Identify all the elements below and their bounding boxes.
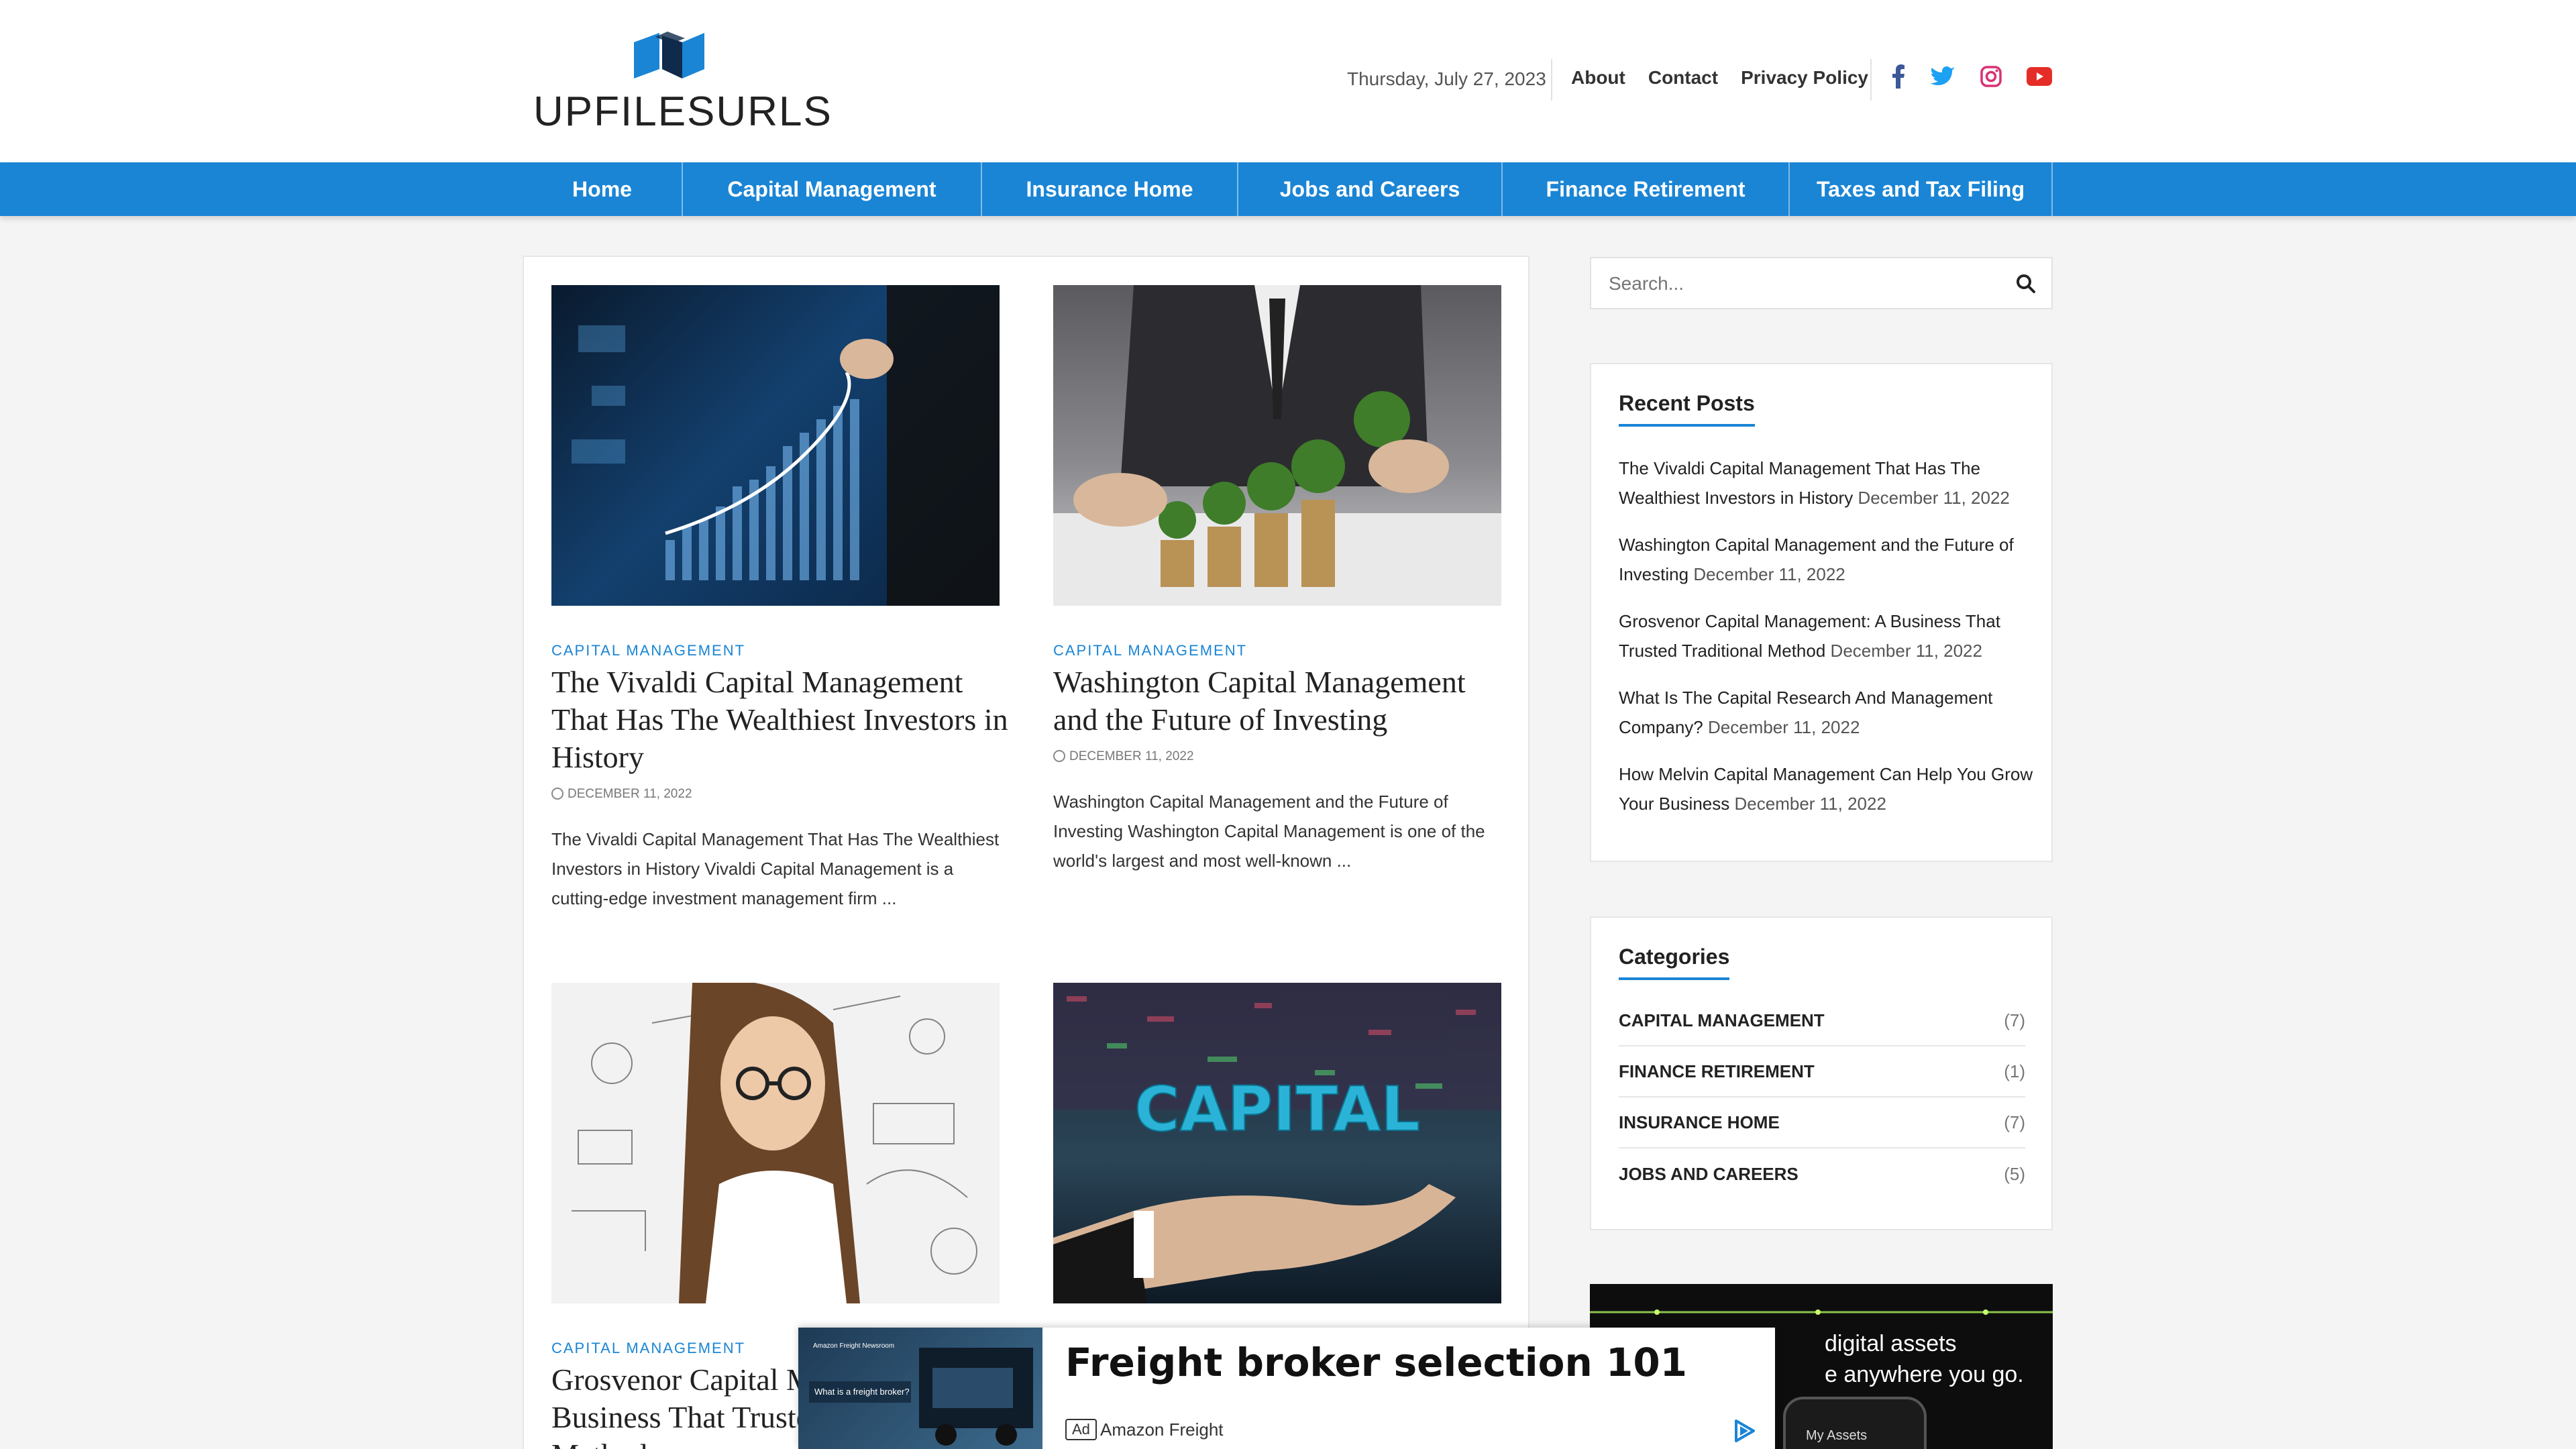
recent-post-item[interactable]: Grosvenor Capital Management: A Business…	[1619, 606, 2035, 665]
clock-icon	[1053, 750, 1065, 762]
post-title[interactable]: The Vivaldi Capital Management That Has …	[551, 663, 1014, 776]
recent-post-date: December 11, 2022	[1830, 641, 1982, 661]
promo-phone-label: My Assets	[1806, 1428, 1867, 1443]
post-thumbnail[interactable]	[551, 285, 1000, 606]
category-item[interactable]: INSURANCE HOME (7)	[1619, 1097, 2025, 1148]
recent-post-date: December 11, 2022	[1693, 564, 1845, 584]
nav-item-capital-management[interactable]: Capital Management	[683, 162, 982, 216]
youtube-icon[interactable]	[2026, 63, 2053, 90]
category-count: (5)	[2004, 1163, 2025, 1184]
nav-item-jobs-and-careers[interactable]: Jobs and Careers	[1238, 162, 1503, 216]
post-date: DECEMBER 11, 2022	[551, 787, 692, 802]
top-links: About Contact Privacy Policy	[1571, 67, 1868, 89]
search-box	[1590, 257, 2053, 309]
capital-image-text: CAPITAL	[1134, 1073, 1420, 1145]
instagram-icon[interactable]	[1978, 63, 2004, 90]
post-category[interactable]: CAPITAL MANAGEMENT	[1053, 642, 1247, 659]
ad-play-icon[interactable]	[1731, 1417, 1758, 1444]
category-count: (7)	[2004, 1010, 2025, 1030]
categories-widget: Categories CAPITAL MANAGEMENT (7) FINANCE…	[1590, 916, 2053, 1230]
promo-text: e anywhere you go.	[1825, 1362, 2024, 1387]
nav-item-taxes-and-tax-filing[interactable]: Taxes and Tax Filing	[1790, 162, 2053, 216]
post-date-text: DECEMBER 11, 2022	[568, 787, 692, 801]
ad-title[interactable]: Freight broker selection 101	[1065, 1340, 1687, 1385]
category-name[interactable]: FINANCE RETIREMENT	[1619, 1061, 1815, 1082]
category-count: (7)	[2004, 1112, 2025, 1132]
logo-text: UPFILESURLS	[533, 89, 833, 135]
ad-badge: Ad	[1065, 1419, 1097, 1440]
divider	[1870, 59, 1872, 101]
category-item[interactable]: JOBS AND CAREERS (5)	[1619, 1148, 2025, 1199]
promo-text: digital assets	[1825, 1331, 1957, 1356]
recent-post-item[interactable]: Washington Capital Management and the Fu…	[1619, 530, 2035, 589]
recent-post-date: December 11, 2022	[1858, 488, 2010, 508]
post-category[interactable]: CAPITAL MANAGEMENT	[551, 1340, 745, 1357]
site-logo[interactable]: UPFILESURLS	[533, 30, 831, 135]
recent-post-item[interactable]: How Melvin Capital Management Can Help Y…	[1619, 759, 2035, 818]
category-item[interactable]: CAPITAL MANAGEMENT (7)	[1619, 996, 2025, 1046]
post-excerpt: Washington Capital Management and the Fu…	[1053, 792, 1485, 871]
post-date-text: DECEMBER 11, 2022	[1069, 749, 1194, 763]
about-link[interactable]: About	[1571, 67, 1625, 89]
post-thumbnail[interactable]: CAPITAL	[1053, 983, 1501, 1303]
post-thumbnail[interactable]	[1053, 285, 1501, 606]
category-item[interactable]: FINANCE RETIREMENT (1)	[1619, 1046, 2025, 1097]
category-name[interactable]: CAPITAL MANAGEMENT	[1619, 1010, 1825, 1031]
category-name[interactable]: INSURANCE HOME	[1619, 1112, 1780, 1133]
recent-posts-widget: Recent Posts The Vivaldi Capital Managem…	[1590, 363, 2053, 862]
clock-icon	[551, 788, 564, 800]
logo-mark-icon	[634, 32, 704, 78]
post-date: DECEMBER 11, 2022	[1053, 749, 1194, 764]
site-header: UPFILESURLS Thursday, July 27, 2023 Abou…	[0, 0, 2576, 162]
recent-post-item[interactable]: The Vivaldi Capital Management That Has …	[1619, 453, 2035, 513]
recent-post-item[interactable]: What Is The Capital Research And Managem…	[1619, 683, 2035, 742]
nav-item-finance-retirement[interactable]: Finance Retirement	[1503, 162, 1790, 216]
widget-title: Categories	[1619, 945, 1730, 980]
post-excerpt: The Vivaldi Capital Management That Has …	[551, 829, 1000, 908]
post-thumbnail[interactable]	[551, 983, 1000, 1303]
current-date: Thursday, July 27, 2023	[1347, 68, 1546, 89]
search-icon	[2017, 274, 2035, 293]
privacy-policy-link[interactable]: Privacy Policy	[1741, 67, 1868, 89]
ad-thumb-caption: Amazon Freight Newsroom	[813, 1342, 894, 1350]
sponsored-ad[interactable]: Amazon Freight Newsroom What is a freigh…	[798, 1328, 1775, 1449]
recent-post-date: December 11, 2022	[1707, 717, 1860, 737]
divider	[1551, 59, 1552, 101]
nav-item-home[interactable]: Home	[523, 162, 683, 216]
posts-grid: CAPITAL MANAGEMENT The Vivaldi Capital M…	[523, 256, 1529, 1449]
twitter-icon[interactable]	[1929, 63, 1956, 90]
ad-thumbnail[interactable]: Amazon Freight Newsroom What is a freigh…	[798, 1328, 1042, 1449]
search-button[interactable]	[2014, 272, 2038, 296]
facebook-icon[interactable]	[1885, 63, 1912, 90]
ad-advertiser[interactable]: Amazon Freight	[1100, 1419, 1224, 1440]
search-input[interactable]	[1609, 270, 1984, 297]
contact-link[interactable]: Contact	[1648, 67, 1718, 89]
post-title[interactable]: Washington Capital Management and the Fu…	[1053, 663, 1516, 739]
widget-title: Recent Posts	[1619, 391, 1755, 427]
category-name[interactable]: JOBS AND CAREERS	[1619, 1164, 1799, 1185]
ad-thumb-caption: What is a freight broker?	[814, 1387, 910, 1397]
post-category[interactable]: CAPITAL MANAGEMENT	[551, 642, 745, 659]
recent-post-date: December 11, 2022	[1734, 794, 1886, 814]
category-count: (1)	[2004, 1061, 2025, 1081]
main-nav: Home Capital Management Insurance Home J…	[0, 162, 2576, 216]
nav-item-insurance-home[interactable]: Insurance Home	[982, 162, 1238, 216]
